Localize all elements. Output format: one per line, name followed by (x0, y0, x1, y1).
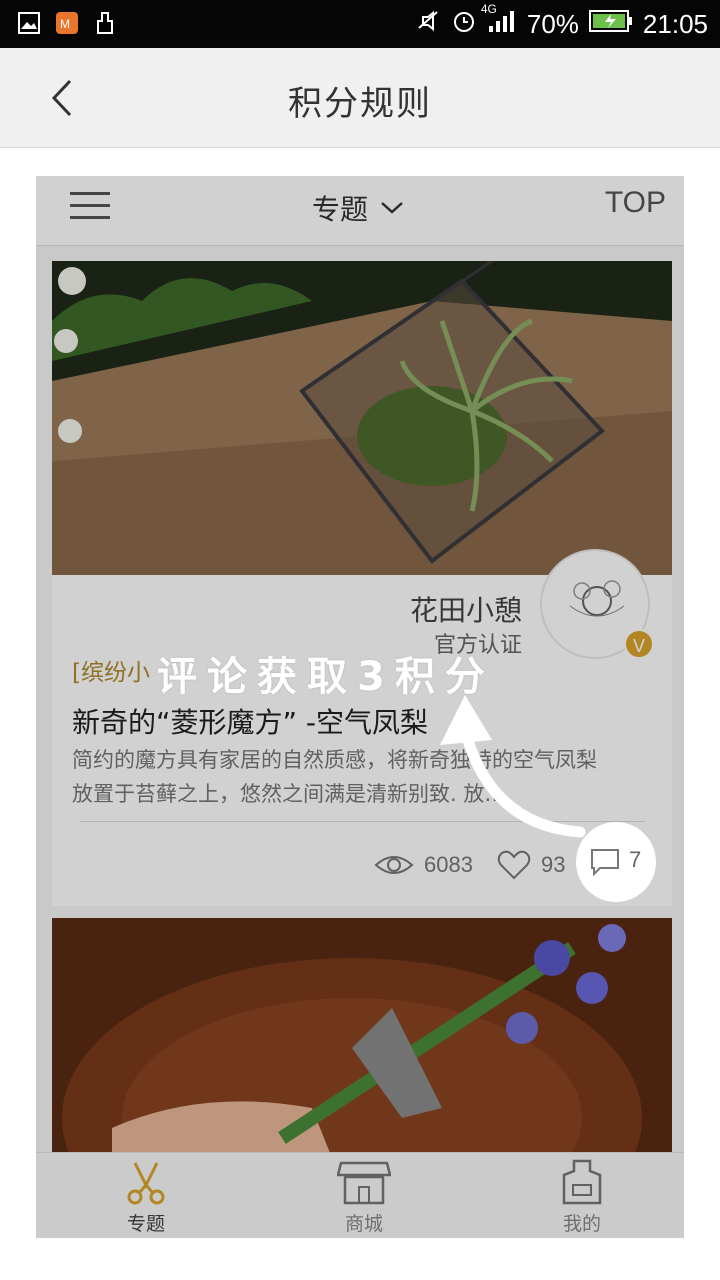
battery-percent: 70% (526, 9, 579, 39)
alarm-icon (451, 8, 477, 41)
battery-icon (588, 9, 633, 40)
network-type: 4G (480, 1, 497, 16)
comment-button[interactable] (590, 848, 620, 880)
gallery-icon (16, 10, 42, 36)
points-hint: 评论获取3积分 (157, 654, 495, 700)
signal-icon: 4G (481, 2, 517, 41)
app-logo-icon: M (54, 10, 80, 36)
mute-icon (415, 8, 441, 41)
arrow-icon (440, 695, 586, 838)
comments-count: 7 (629, 847, 642, 872)
svg-text:M: M (60, 17, 70, 31)
status-bar: M 4G 70% 21:05 (0, 0, 720, 48)
page-title: 积分规则 (288, 84, 432, 124)
comment-icon (591, 849, 619, 877)
clean-icon (92, 10, 118, 36)
app-header: 积分规则 (0, 48, 720, 148)
clock: 21:05 (642, 9, 708, 39)
